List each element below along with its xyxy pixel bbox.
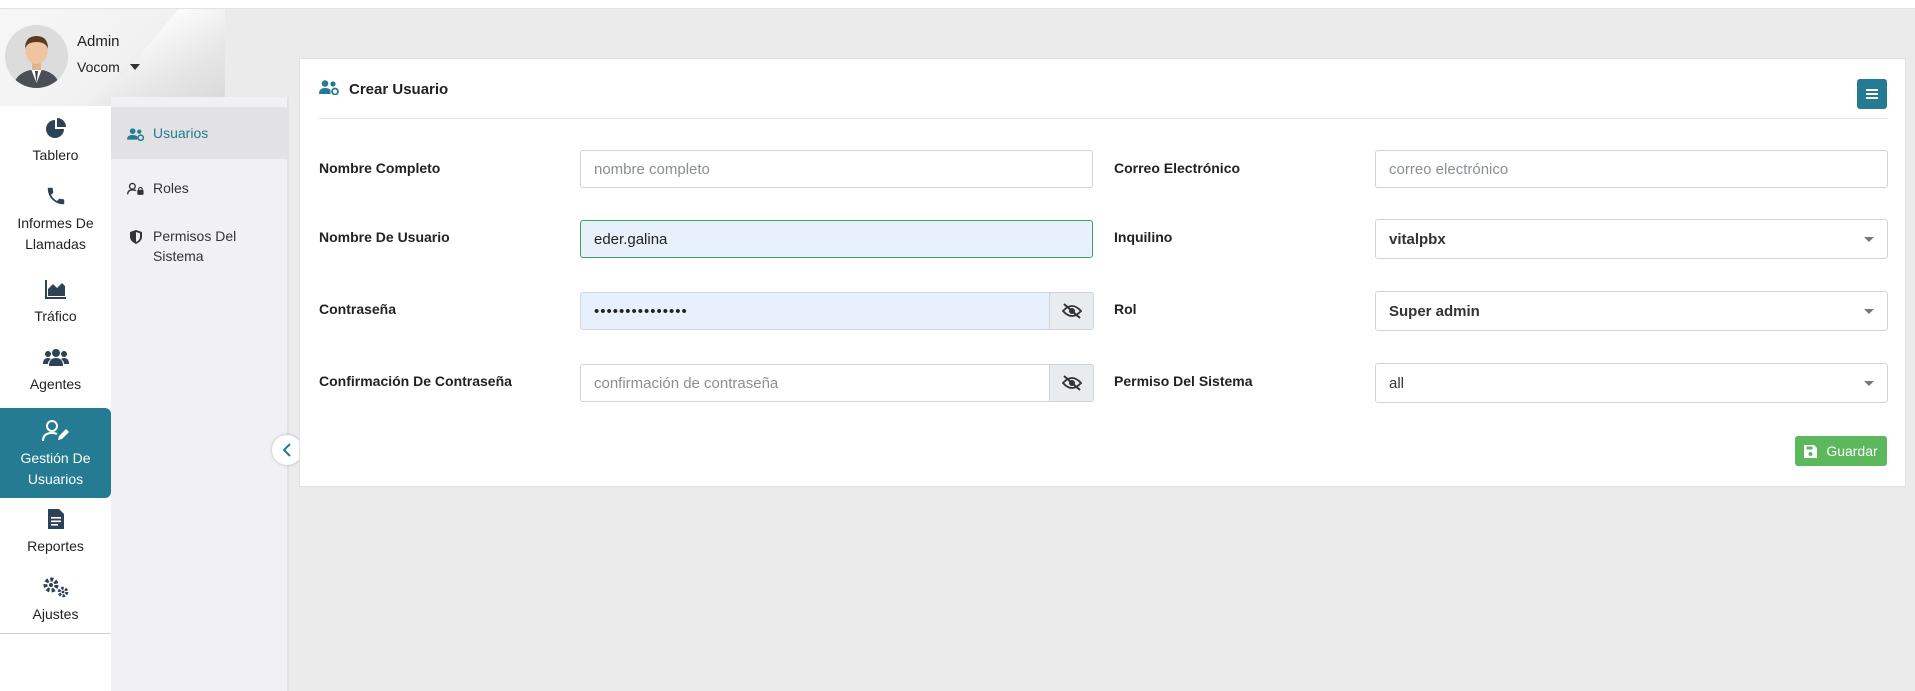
sub-nav: Usuarios Roles Permisos Del Sistema xyxy=(111,97,289,691)
avatar[interactable] xyxy=(5,25,68,88)
company-name: Vocom xyxy=(77,59,120,75)
nav-item-informes[interactable]: Informes De Llamadas xyxy=(0,183,111,276)
nav-item-ajustes[interactable]: Ajustes xyxy=(0,566,111,633)
company-dropdown[interactable]: Vocom xyxy=(77,59,140,75)
eye-slash-icon xyxy=(1061,303,1082,319)
system-permission-select[interactable]: all xyxy=(1375,363,1888,403)
nav-item-label: Agentes xyxy=(29,376,82,392)
users-cog-icon xyxy=(319,79,339,100)
phone-icon xyxy=(45,183,67,209)
gears-icon xyxy=(43,574,69,600)
create-user-card: Crear Usuario Nombre Completo Correo Ele… xyxy=(299,58,1906,487)
role-value: Super admin xyxy=(1389,302,1480,320)
eye-slash-icon xyxy=(1061,375,1082,391)
sub-item-usuarios[interactable]: Usuarios xyxy=(111,107,287,159)
nav-item-label: Reportes xyxy=(27,538,84,554)
sub-item-label: Usuarios xyxy=(153,125,209,141)
save-button-label: Guardar xyxy=(1826,443,1878,459)
user-name: Admin xyxy=(77,33,120,50)
user-lock-icon xyxy=(127,182,144,196)
sub-item-roles[interactable]: Roles xyxy=(111,173,287,203)
password-label: Contraseña xyxy=(319,301,397,317)
nav-item-label: Tráfico xyxy=(34,308,77,324)
caret-down-icon xyxy=(1864,236,1874,242)
nav-item-trafico[interactable]: Tráfico xyxy=(0,276,111,344)
password-confirm-label: Confirmación De Contraseña xyxy=(319,373,512,389)
password-input[interactable] xyxy=(580,292,1050,330)
nav-item-label: Ajustes xyxy=(32,606,79,622)
email-input[interactable] xyxy=(1375,150,1888,188)
password-confirm-input[interactable] xyxy=(580,364,1050,402)
tenant-select[interactable]: vitalpbx xyxy=(1375,219,1888,259)
nav-item-reportes[interactable]: Reportes xyxy=(0,498,111,566)
role-select[interactable]: Super admin xyxy=(1375,291,1888,331)
save-button[interactable]: Guardar xyxy=(1795,436,1887,466)
full-name-label: Nombre Completo xyxy=(319,160,441,176)
toggle-password-confirm-button[interactable] xyxy=(1049,364,1094,402)
nav-divider xyxy=(0,633,111,634)
tenant-value: vitalpbx xyxy=(1389,230,1446,248)
profile-decoration xyxy=(60,9,225,106)
nav-item-gestion-usuarios[interactable]: Gestión De Usuarios xyxy=(0,408,111,498)
system-permission-value: all xyxy=(1389,374,1405,392)
card-header: Crear Usuario xyxy=(319,79,448,100)
users-cog-icon xyxy=(127,127,144,141)
nav-item-tablero[interactable]: Tablero xyxy=(0,115,111,183)
sub-item-label: Permisos Del Sistema xyxy=(153,228,237,264)
role-label: Rol xyxy=(1114,301,1137,317)
sub-item-label: Roles xyxy=(153,180,189,196)
tenant-label: Inquilino xyxy=(1114,229,1173,245)
sub-item-permisos[interactable]: Permisos Del Sistema xyxy=(111,226,287,268)
username-input[interactable] xyxy=(580,220,1093,258)
card-title: Crear Usuario xyxy=(349,81,449,98)
user-edit-icon xyxy=(41,418,70,444)
caret-down-icon xyxy=(1864,380,1874,386)
chart-pie-icon xyxy=(45,115,67,141)
caret-down-icon xyxy=(129,64,140,70)
collapse-sidebar-button[interactable] xyxy=(272,435,302,465)
bars-icon xyxy=(1866,89,1878,99)
full-name-input[interactable] xyxy=(580,150,1093,188)
system-permission-label: Permiso Del Sistema xyxy=(1114,373,1253,389)
chevron-left-icon xyxy=(282,443,291,457)
area-chart-icon xyxy=(44,276,67,302)
caret-down-icon xyxy=(1864,308,1874,314)
file-report-icon xyxy=(47,506,64,532)
users-icon xyxy=(42,344,69,370)
nav-item-label: Informes De Llamadas xyxy=(17,215,94,252)
username-label: Nombre De Usuario xyxy=(319,229,450,245)
email-label: Correo Electrónico xyxy=(1114,160,1241,176)
nav-item-label: Tablero xyxy=(32,147,79,163)
user-profile: Admin Vocom xyxy=(0,9,225,106)
save-icon xyxy=(1804,444,1818,458)
nav-item-label: Gestión De Usuarios xyxy=(20,450,91,487)
shield-icon xyxy=(127,230,144,244)
toggle-password-button[interactable] xyxy=(1049,292,1094,330)
card-menu-button[interactable] xyxy=(1857,79,1887,109)
top-bar xyxy=(0,0,1915,9)
card-divider xyxy=(319,118,1887,119)
nav-item-agentes[interactable]: Agentes xyxy=(0,344,111,412)
main-nav: Admin Vocom Tablero Informes De Llamadas… xyxy=(0,9,225,691)
